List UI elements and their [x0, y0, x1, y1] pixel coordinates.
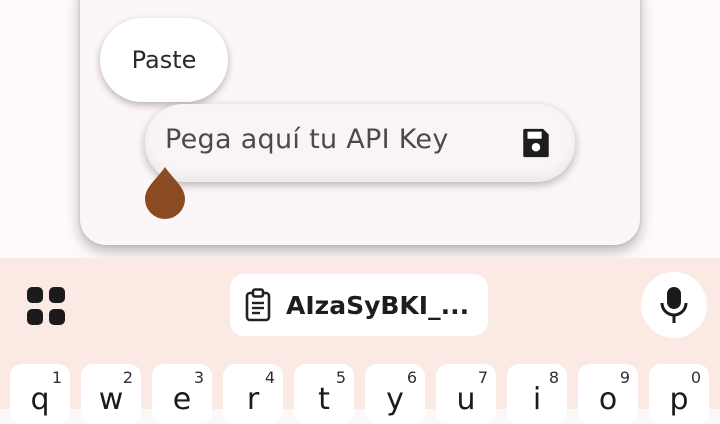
key-hint: 4: [264, 368, 275, 387]
key-row-top: q 1 w 2 e 3 r 4 t 5 y 6 u 7 i 8 o 9 p 0: [0, 364, 720, 424]
voice-input-button[interactable]: [641, 272, 707, 338]
grid-apps-icon[interactable]: [26, 286, 66, 326]
key-hint: 7: [477, 368, 488, 387]
key-char: t: [318, 382, 330, 417]
key-char: o: [598, 382, 618, 417]
key-char: i: [532, 382, 542, 417]
key[interactable]: p 0: [649, 364, 709, 424]
key[interactable]: u 7: [436, 364, 496, 424]
clipboard-icon: [245, 288, 271, 322]
key[interactable]: i 8: [507, 364, 567, 424]
key-char: y: [386, 382, 404, 417]
key-hint: 5: [335, 368, 346, 387]
key-hint: 8: [548, 368, 559, 387]
key-char: u: [456, 382, 476, 417]
key-hint: 6: [406, 368, 417, 387]
key[interactable]: t 5: [294, 364, 354, 424]
paste-label: Paste: [131, 46, 197, 74]
clipboard-suggestion-chip[interactable]: AIzaSyBKI_...: [230, 274, 488, 336]
key-char: q: [30, 382, 50, 417]
key-hint: 9: [619, 368, 630, 387]
key[interactable]: q 1: [10, 364, 70, 424]
key-hint: 0: [690, 368, 701, 387]
key[interactable]: r 4: [223, 364, 283, 424]
keyboard: AIzaSyBKI_... q 1 w 2 e 3 r 4 t 5 y 6 u …: [0, 258, 720, 424]
clipboard-suggestion-text: AIzaSyBKI_...: [286, 290, 470, 320]
save-icon[interactable]: [519, 126, 553, 160]
key-char: w: [98, 382, 124, 417]
key-char: r: [246, 382, 260, 417]
api-key-input[interactable]: Pega aquí tu API Key: [145, 104, 575, 182]
key-char: p: [669, 382, 689, 417]
key[interactable]: o 9: [578, 364, 638, 424]
key[interactable]: y 6: [365, 364, 425, 424]
api-key-placeholder: Pega aquí tu API Key: [165, 124, 449, 155]
mic-icon: [660, 287, 688, 323]
key-char: e: [172, 382, 192, 417]
cursor-handle-icon[interactable]: [143, 165, 187, 219]
key-hint: 3: [193, 368, 204, 387]
key-hint: 2: [122, 368, 133, 387]
key-hint: 1: [51, 368, 62, 387]
key[interactable]: w 2: [81, 364, 141, 424]
key[interactable]: e 3: [152, 364, 212, 424]
paste-button[interactable]: Paste: [100, 18, 228, 102]
